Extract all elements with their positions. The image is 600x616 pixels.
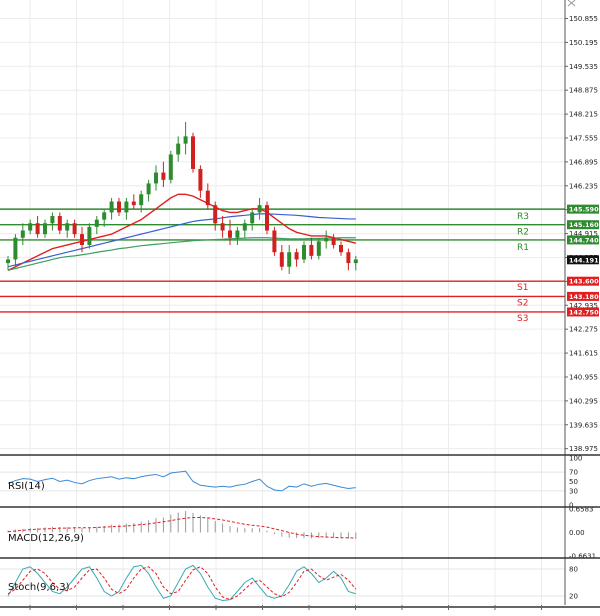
- candle-body: [228, 230, 232, 238]
- price-tick-label: 141.615: [569, 350, 598, 358]
- level-price-label: 144.740: [569, 236, 599, 244]
- price-tick-label: 139.635: [569, 421, 598, 429]
- candle-body: [80, 234, 84, 245]
- candle-body: [57, 216, 62, 231]
- level-name-r1: R1: [517, 243, 529, 253]
- candle-body: [353, 259, 358, 264]
- level-name-s2: S2: [517, 298, 528, 308]
- candle-body: [272, 230, 277, 253]
- candle-body: [154, 172, 158, 184]
- price-tick-label: 150.855: [569, 15, 598, 23]
- price-tick-label: 140.295: [569, 397, 598, 405]
- candle-body: [94, 219, 99, 227]
- candle-body: [242, 223, 247, 231]
- candle-body: [183, 136, 188, 144]
- price-axis: 150.855 150.195 149.535 148.875 148.215 147.5…: [565, 15, 598, 453]
- price-tick-label: 147.555: [569, 134, 598, 142]
- price-tick-label: 140.955: [569, 373, 598, 381]
- candle-body: [50, 216, 55, 224]
- candle-body: [302, 244, 306, 260]
- candle-body: [43, 223, 47, 235]
- candle-body: [339, 244, 343, 253]
- level-price-label: 143.600: [569, 278, 599, 286]
- macd-tick-label: -0.6631: [569, 553, 596, 561]
- rsi-tick-label: 30: [569, 487, 578, 495]
- level-name-s3: S3: [517, 314, 528, 324]
- candle-body: [294, 252, 299, 260]
- rsi-tick-label: 70: [569, 469, 578, 477]
- level-price-label: 145.160: [569, 221, 599, 229]
- candle-body: [205, 190, 210, 206]
- candle-body: [35, 223, 40, 235]
- macd-tick-label: 0.00: [569, 529, 585, 537]
- stoch-panel: 80 20 Stoch(9,6,3): [0, 564, 578, 602]
- level-name-r3: R3: [517, 212, 529, 222]
- price-tick-label: 142.275: [569, 326, 598, 334]
- candle-body: [331, 237, 336, 245]
- candle-body: [20, 230, 25, 238]
- level-price-label: 145.590: [569, 206, 599, 214]
- candle-body: [257, 205, 262, 213]
- candle-body: [213, 205, 218, 224]
- candle-body: [265, 205, 269, 231]
- macd-label: MACD(12,26,9): [8, 533, 84, 544]
- candle-body: [235, 230, 240, 238]
- level-price-label: 142.750: [569, 308, 599, 316]
- level-name-s1: S1: [517, 283, 528, 293]
- candle-body: [6, 259, 10, 264]
- candle-body: [176, 143, 181, 155]
- price-chart: R3 R2 R1 S1 S2 S3 150.855 150.195 149.535 148.87…: [0, 0, 600, 610]
- candle-body: [28, 223, 33, 231]
- macd-panel: 0.65830.00-0.6631MACD(12,26,9): [7, 506, 596, 561]
- rsi-tick-label: 50: [569, 478, 578, 486]
- stoch-label: Stoch(9,6,3): [8, 582, 70, 593]
- candle-body: [131, 201, 136, 206]
- candle-body: [198, 168, 203, 191]
- candle-body: [309, 244, 314, 256]
- candle-body: [87, 226, 92, 245]
- candle-body: [220, 223, 225, 231]
- candle-body: [124, 201, 129, 213]
- level-badges: 145.590 145.160 144.740 143.600 143.180 142.7…: [567, 204, 599, 317]
- candle-body: [324, 237, 329, 242]
- candle-body: [346, 252, 351, 264]
- candle-body: [161, 172, 166, 180]
- grid-layer: [0, 0, 565, 605]
- price-tick-label: 150.195: [569, 39, 598, 47]
- candle-body: [287, 252, 292, 267]
- candle-body: [72, 223, 77, 235]
- candle-body: [250, 212, 255, 224]
- current-price-label: 144.191: [569, 256, 599, 264]
- candle-body: [146, 183, 151, 195]
- stoch-tick-label: 20: [569, 593, 578, 601]
- candle-body: [279, 252, 284, 267]
- candle-body: [13, 237, 18, 260]
- candle-body: [102, 212, 107, 220]
- level-name-r2: R2: [517, 228, 529, 238]
- price-tick-label: 148.215: [569, 111, 598, 119]
- rsi-line: [7, 470, 356, 492]
- candle-body: [117, 201, 121, 213]
- price-tick-label: 138.975: [569, 445, 598, 453]
- candle-body: [316, 241, 321, 256]
- rsi-label: RSI(14): [8, 481, 45, 492]
- price-tick-label: 146.235: [569, 182, 598, 190]
- candle-body: [65, 223, 70, 231]
- candle-body: [139, 194, 144, 206]
- price-tick-label: 149.535: [569, 63, 598, 71]
- stoch-tick-label: 80: [569, 566, 578, 574]
- candle-body: [109, 201, 114, 213]
- price-tick-label: 148.875: [569, 87, 598, 95]
- chart-stage: R3 R2 R1 S1 S2 S3 150.855 150.195 149.535 148.87…: [0, 0, 600, 616]
- candles-layer: [6, 121, 358, 274]
- level-price-label: 143.180: [569, 293, 599, 301]
- candle-body: [191, 136, 195, 169]
- candle-body: [168, 154, 173, 180]
- price-tick-label: 146.895: [569, 158, 598, 166]
